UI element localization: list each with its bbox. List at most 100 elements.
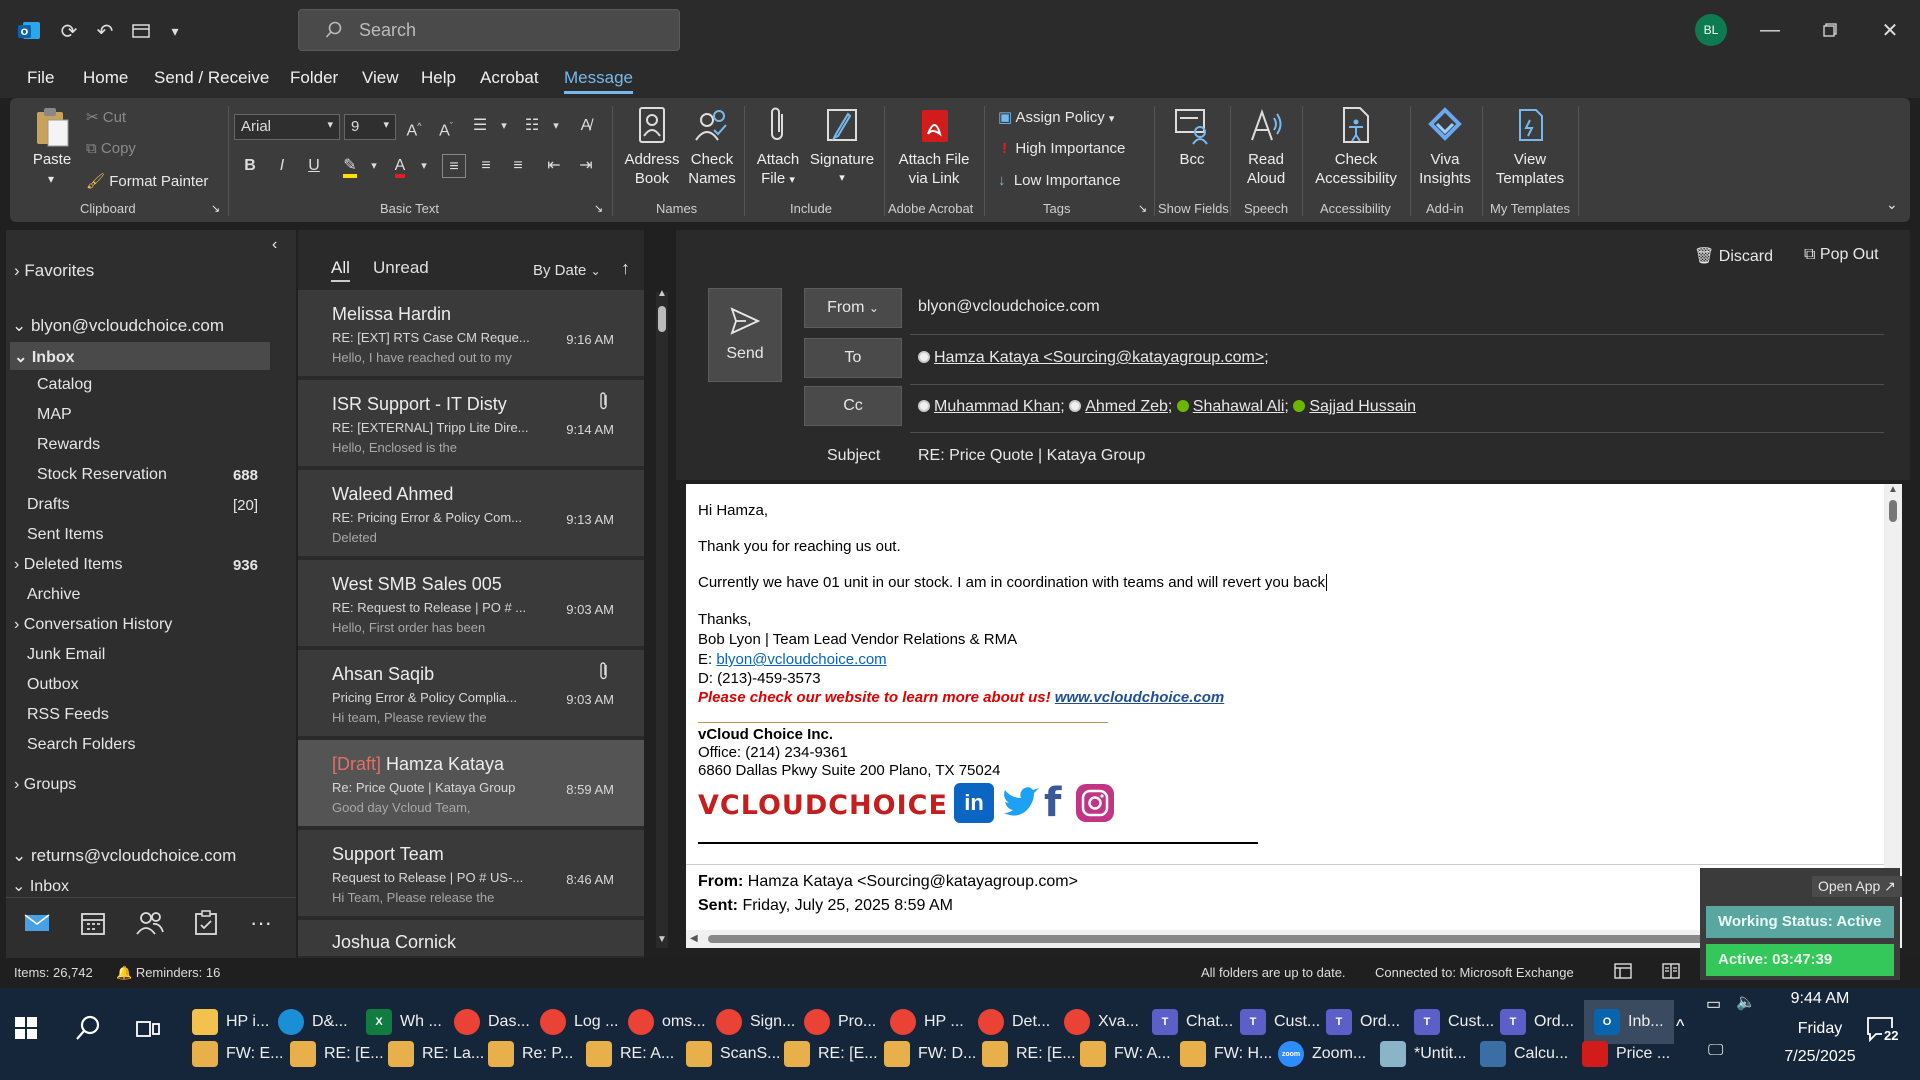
- attach-file-button[interactable]: Attach File ▾: [750, 106, 806, 190]
- menu-send-receive[interactable]: Send / Receive: [154, 68, 269, 88]
- bcc-button[interactable]: Bcc: [1160, 106, 1224, 169]
- message-item[interactable]: Waleed Ahmed RE: Pricing Error & Policy …: [298, 470, 644, 558]
- more-apps-icon[interactable]: ···: [250, 910, 272, 936]
- sync-icon[interactable]: ⟳: [54, 16, 84, 46]
- folder-search-folders[interactable]: Search Folders: [27, 736, 136, 754]
- taskbar-search-icon[interactable]: [74, 1014, 102, 1042]
- instagram-icon[interactable]: [1076, 784, 1114, 822]
- calendar-icon[interactable]: [80, 910, 106, 936]
- menu-acrobat[interactable]: Acrobat: [480, 68, 539, 88]
- signature-button[interactable]: Signature ▾: [806, 106, 878, 188]
- from-button[interactable]: From ⌄: [804, 288, 902, 328]
- clipboard-launcher-icon[interactable]: ↘: [211, 202, 220, 215]
- folder-stock-reservation[interactable]: Stock Reservation: [37, 466, 167, 484]
- cut-button[interactable]: ✂ Cut: [86, 108, 126, 126]
- tasks-icon[interactable]: [194, 910, 218, 936]
- taskbar-window[interactable]: RE: [E...: [982, 1032, 1076, 1076]
- message-item[interactable]: Support Team Request to Release | PO # U…: [298, 830, 644, 918]
- copy-button[interactable]: ⧉ Copy: [86, 140, 136, 157]
- folder-map[interactable]: MAP: [37, 406, 72, 424]
- numbering-dropdown-icon[interactable]: ▾: [544, 114, 568, 138]
- menu-file[interactable]: File: [27, 68, 54, 88]
- send-button[interactable]: Send: [708, 288, 782, 382]
- high-importance-button[interactable]: ! High Importance: [1002, 140, 1125, 157]
- sort-dropdown[interactable]: By Date ⌄: [533, 262, 601, 279]
- discard-button[interactable]: 🗑 Discard: [1694, 246, 1773, 266]
- format-painter-button[interactable]: 🖌 Format Painter: [86, 172, 208, 190]
- italic-icon[interactable]: I: [270, 154, 294, 178]
- account-header[interactable]: ⌄ blyon@vcloudchoice.com: [12, 316, 224, 336]
- facebook-icon[interactable]: f: [1044, 782, 1061, 824]
- tab-all[interactable]: All: [331, 258, 350, 282]
- list-scroll-thumb[interactable]: [658, 306, 666, 332]
- decrease-indent-icon[interactable]: ⇤: [542, 154, 566, 178]
- task-view-icon[interactable]: [136, 1018, 160, 1040]
- underline-icon[interactable]: U: [302, 154, 326, 178]
- align-center-icon[interactable]: ≡: [474, 154, 498, 178]
- taskbar-window[interactable]: Re: P...: [488, 1032, 573, 1076]
- customize-toolbar-icon[interactable]: ▾: [160, 16, 190, 46]
- menu-view[interactable]: View: [362, 68, 399, 88]
- folder-inbox[interactable]: ⌄ Inbox: [14, 347, 75, 367]
- folder-inbox2[interactable]: ⌄ Inbox: [12, 876, 69, 896]
- tags-launcher-icon[interactable]: ↘: [1138, 202, 1147, 215]
- taskbar-window[interactable]: *Untit...: [1380, 1032, 1466, 1076]
- open-app-button[interactable]: Open App ↗: [1812, 876, 1902, 897]
- taskbar-window[interactable]: RE: [E...: [784, 1032, 878, 1076]
- highlight-dropdown-icon[interactable]: ▾: [362, 154, 386, 178]
- folder-deleted[interactable]: › Deleted Items: [14, 556, 123, 574]
- numbering-icon[interactable]: ☷: [520, 114, 544, 138]
- font-size-select[interactable]: 9 ▾: [344, 114, 396, 140]
- folder-sent[interactable]: Sent Items: [27, 526, 103, 544]
- signature-dropdown-icon[interactable]: ▾: [806, 169, 878, 188]
- message-item[interactable]: West SMB Sales 005 RE: Request to Releas…: [298, 560, 644, 648]
- font-name-select[interactable]: Arial ▾: [234, 114, 340, 140]
- collapse-ribbon-icon[interactable]: ⌄: [1886, 196, 1898, 213]
- align-right-icon[interactable]: ≡: [506, 154, 530, 178]
- reminders-button[interactable]: 🔔 Reminders: 16: [116, 965, 220, 981]
- taskbar-window[interactable]: ScanS...: [686, 1032, 780, 1076]
- linkedin-icon[interactable]: in: [954, 783, 994, 823]
- volume-icon[interactable]: 🔈: [1736, 992, 1756, 1012]
- twitter-icon[interactable]: [1002, 785, 1040, 821]
- taskbar-window[interactable]: Price ...: [1582, 1032, 1670, 1076]
- reading-view-icon[interactable]: [1662, 962, 1680, 980]
- menu-home[interactable]: Home: [83, 68, 128, 88]
- battery-icon[interactable]: ▭: [1706, 994, 1721, 1014]
- folder-rss[interactable]: RSS Feeds: [27, 706, 109, 724]
- restore-icon[interactable]: [1810, 14, 1850, 46]
- sort-direction-icon[interactable]: ↑: [621, 258, 630, 279]
- taskbar-window[interactable]: zoom Zoom...: [1278, 1032, 1366, 1076]
- scroll-up-icon[interactable]: ▲: [657, 288, 667, 299]
- assign-policy-button[interactable]: ▣ Assign Policy ▾: [998, 108, 1114, 126]
- folder-catalog[interactable]: Catalog: [37, 376, 92, 394]
- taskbar-window[interactable]: FW: A...: [1080, 1032, 1171, 1076]
- email-link[interactable]: blyon@vcloudchoice.com: [716, 651, 886, 668]
- windows-start-icon[interactable]: [14, 1016, 38, 1040]
- bold-icon[interactable]: B: [238, 154, 262, 178]
- message-item[interactable]: ISR Support - IT Disty RE: [EXTERNAL] Tr…: [298, 380, 644, 468]
- folder-junk[interactable]: Junk Email: [27, 646, 105, 664]
- groups-header[interactable]: › Groups: [14, 776, 76, 794]
- align-left-icon[interactable]: ≡: [442, 154, 466, 178]
- attach-dropdown-icon[interactable]: ▾: [789, 174, 795, 186]
- folder-outbox[interactable]: Outbox: [27, 676, 79, 694]
- search-box[interactable]: Search: [298, 9, 680, 51]
- message-item[interactable]: Joshua Cornick: [298, 920, 644, 958]
- viva-insights-button[interactable]: Viva Insights: [1414, 106, 1476, 188]
- view-templates-button[interactable]: View Templates: [1488, 106, 1572, 188]
- menu-folder[interactable]: Folder: [290, 68, 338, 88]
- pop-out-button[interactable]: ⧉ Pop Out: [1804, 246, 1879, 264]
- clear-formatting-icon[interactable]: A̸: [574, 114, 598, 138]
- check-names-button[interactable]: Check Names: [684, 106, 740, 188]
- paste-dropdown-icon[interactable]: ▾: [48, 172, 54, 186]
- font-color-dropdown-icon[interactable]: ▾: [412, 154, 436, 178]
- folder-conversation-history[interactable]: › Conversation History: [14, 616, 172, 634]
- cc-field[interactable]: Muhammad Khan; Ahmed Zeb; Shahawal Ali; …: [918, 398, 1416, 416]
- message-body-editor[interactable]: Hi Hamza, Thank you for reaching us out.…: [686, 484, 1884, 930]
- collapse-folder-pane-icon[interactable]: ‹: [272, 236, 277, 254]
- favorites-header[interactable]: › Favorites: [14, 261, 94, 281]
- taskbar-window[interactable]: FW: D...: [884, 1032, 976, 1076]
- taskbar-window[interactable]: RE: A...: [586, 1032, 674, 1076]
- bullets-icon[interactable]: ☰: [468, 114, 492, 138]
